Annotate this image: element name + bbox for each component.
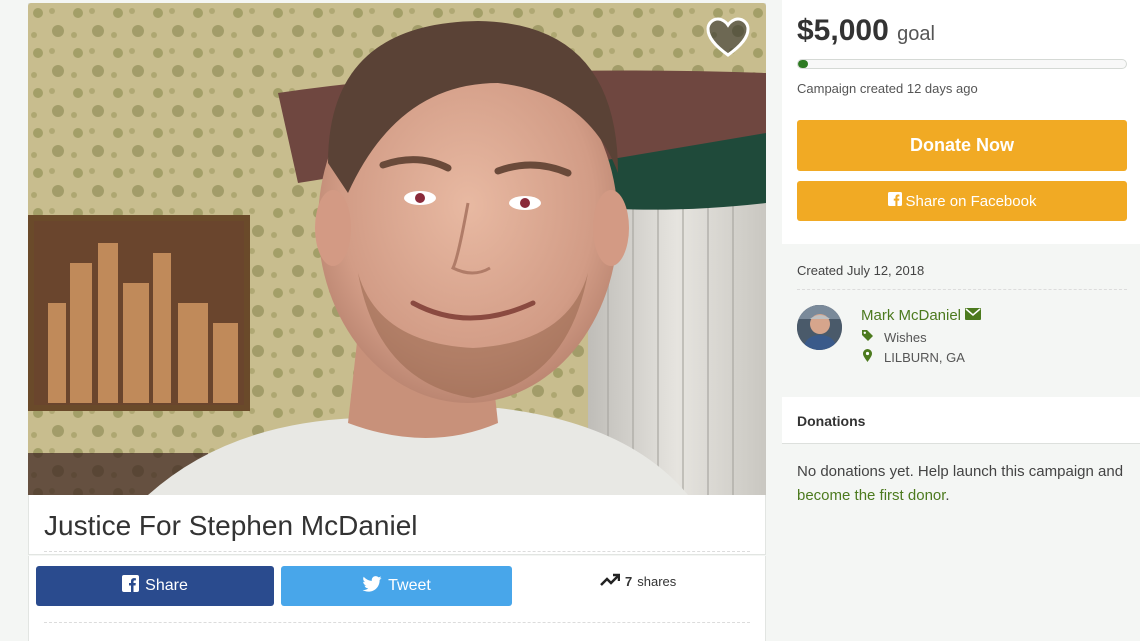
facebook-share-label: Share (145, 577, 188, 594)
twitter-tweet-button[interactable]: Tweet (281, 566, 512, 606)
campaign-created-ago: Campaign created 12 days ago (797, 81, 978, 96)
share-on-facebook-button[interactable]: Share on Facebook (797, 181, 1127, 221)
tweet-label: Tweet (388, 577, 431, 594)
first-donor-link[interactable]: become the first donor (797, 487, 945, 504)
envelope-icon[interactable] (965, 307, 982, 324)
donations-empty-text: No donations yet. Help launch this campa… (797, 463, 1124, 480)
donations-title: Donations (797, 413, 866, 429)
share-on-facebook-label: Share on Facebook (905, 192, 1037, 210)
shares-number: 7 (625, 574, 633, 589)
map-pin-icon (861, 349, 874, 365)
twitter-bird-icon (362, 575, 382, 597)
facebook-share-button[interactable]: Share (36, 566, 274, 606)
progress-fill (798, 60, 808, 68)
donations-trailing: . (945, 487, 950, 504)
favorite-heart-icon[interactable] (706, 17, 750, 59)
shares-label: shares (637, 574, 677, 589)
avatar[interactable] (797, 305, 842, 350)
facebook-icon (122, 575, 140, 597)
progress-bar (797, 59, 1127, 69)
campaign-photo (28, 3, 766, 495)
tag-icon (861, 329, 874, 345)
trending-up-icon (600, 573, 621, 590)
goal-label: goal (897, 23, 935, 45)
organizer-name-text: Mark McDaniel (861, 307, 962, 324)
donate-now-button[interactable]: Donate Now (797, 120, 1127, 171)
organizer-category: Wishes (861, 329, 927, 345)
goal-value: $5,000 (797, 14, 889, 47)
title-divider (44, 551, 750, 552)
goal-amount: $5,000 goal (797, 14, 935, 48)
campaign-title: Justice For Stephen McDaniel (44, 510, 418, 541)
location-text: LILBURN, GA (884, 349, 965, 365)
share-count: 7 shares (600, 573, 676, 590)
share-divider (44, 622, 750, 623)
facebook-icon (887, 192, 902, 210)
category-text: Wishes (884, 329, 927, 345)
organizer-name[interactable]: Mark McDaniel (861, 307, 982, 324)
organizer-location: LILBURN, GA (861, 349, 965, 365)
created-date: Created July 12, 2018 (797, 263, 925, 278)
organizer-divider (797, 289, 1127, 290)
donations-empty-message: No donations yet. Help launch this campa… (797, 460, 1127, 508)
